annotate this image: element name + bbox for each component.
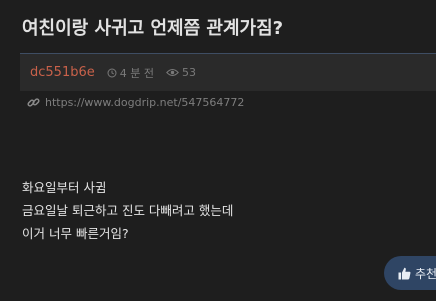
- post-page: 여친이랑 사귀고 언제쯤 관계가짐? dc551b6e 4 분 전 53 htt…: [0, 0, 436, 301]
- post-permalink[interactable]: https://www.dogdrip.net/547564772: [45, 96, 244, 109]
- post-time-text: 4 분 전: [119, 66, 154, 80]
- post-body-line: 이거 너무 빠른거임?: [22, 226, 129, 241]
- recommend-label: 추천: [415, 266, 436, 281]
- post-views: 53: [166, 66, 196, 79]
- post-link-row: https://www.dogdrip.net/547564772: [27, 96, 244, 109]
- post-views-count: 53: [181, 66, 196, 79]
- thumbs-up-icon: [398, 267, 411, 279]
- post-body-line: 금요일날 퇴근하고 진도 다빼려고 했는데: [22, 203, 234, 218]
- post-title: 여친이랑 사귀고 언제쯤 관계가짐?: [22, 18, 284, 39]
- post-body: 화요일부터 사귐 금요일날 퇴근하고 진도 다빼려고 했는데 이거 너무 빠른거…: [22, 176, 233, 245]
- author-name[interactable]: dc551b6e: [30, 65, 95, 80]
- post-time: 4 분 전: [107, 65, 154, 81]
- recommend-button[interactable]: 추천: [384, 256, 436, 290]
- link-icon: [27, 98, 40, 107]
- eye-icon: [166, 69, 179, 76]
- clock-icon: [107, 68, 117, 77]
- post-body-line: 화요일부터 사귐: [22, 180, 107, 195]
- post-meta-bar: dc551b6e 4 분 전 53: [20, 53, 436, 91]
